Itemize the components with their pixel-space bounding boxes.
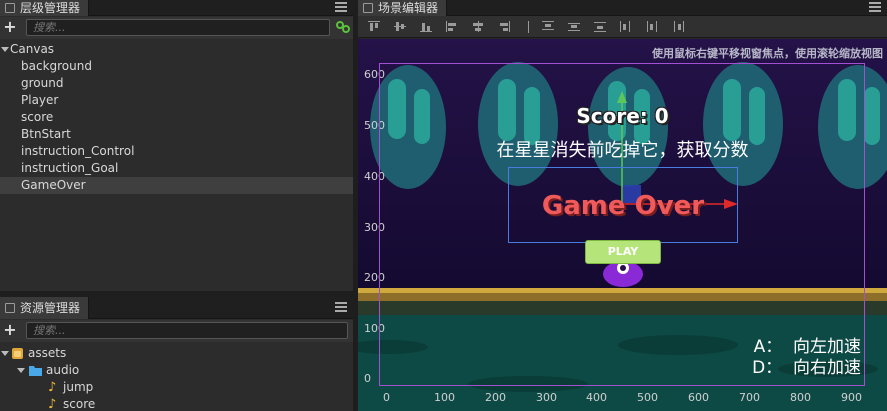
x-tick-label: 100: [434, 391, 455, 404]
tree-node[interactable]: BtnStart: [0, 126, 353, 143]
align-left-icon[interactable]: [446, 21, 458, 32]
database-icon: [12, 348, 23, 359]
tree-node-label: ground: [21, 76, 64, 90]
asset-file[interactable]: ♪ jump: [0, 379, 353, 396]
music-note-icon: ♪: [48, 397, 57, 411]
control-hint-right: D： 向右加速: [752, 358, 861, 378]
assets-title: 资源管理器: [20, 301, 81, 315]
left-column: 层级管理器 + 搜索... Canvas background ground P…: [0, 0, 353, 411]
assets-icon: [5, 303, 15, 313]
score-label[interactable]: Score: 0: [358, 104, 887, 128]
add-node-icon[interactable]: +: [3, 19, 17, 35]
x-tick-label: 800: [790, 391, 811, 404]
toolbar-divider: [528, 21, 529, 33]
tree-node-canvas[interactable]: Canvas: [0, 41, 353, 58]
distribute-left-icon[interactable]: [620, 21, 632, 32]
tree-node-label: Player: [21, 93, 59, 107]
distribute-bottom-icon[interactable]: [594, 21, 606, 32]
tree-node[interactable]: Player: [0, 92, 353, 109]
tree-node[interactable]: instruction_Goal: [0, 160, 353, 177]
tree-node-label: instruction_Goal: [21, 161, 119, 175]
hierarchy-toolbar: + 搜索...: [0, 17, 353, 39]
align-right-icon[interactable]: [498, 21, 510, 32]
hierarchy-title: 层级管理器: [20, 1, 81, 15]
align-top-icon[interactable]: [368, 21, 380, 32]
align-center-icon[interactable]: [472, 21, 484, 32]
tab-scene-editor[interactable]: 场景编辑器: [358, 0, 448, 16]
scene-editor-panel: 场景编辑器 使用鼠标右键平移视窗焦点，使用滚轮缩放视图 600 500 400 …: [358, 0, 887, 411]
instruction-goal-label[interactable]: 在星星消失前吃掉它，获取分数: [358, 136, 887, 162]
instruction-control-label[interactable]: A： 向左加速 D： 向右加速: [752, 337, 861, 379]
tree-node-label: instruction_Control: [21, 144, 135, 158]
asset-folder-root[interactable]: assets: [0, 345, 353, 362]
tree-node[interactable]: background: [0, 58, 353, 75]
hierarchy-tree: Canvas background ground Player score Bt…: [0, 41, 353, 194]
scene-viewport[interactable]: 使用鼠标右键平移视窗焦点，使用滚轮缩放视图 600 500 400 300 20…: [358, 39, 887, 411]
expand-arrow-icon[interactable]: [17, 368, 25, 373]
x-tick-label: 300: [536, 391, 557, 404]
expand-arrow-icon[interactable]: [1, 351, 9, 356]
game-over-label[interactable]: Game Over: [508, 191, 738, 221]
asset-file[interactable]: ♪ score: [0, 396, 353, 411]
tab-assets[interactable]: 资源管理器: [0, 297, 90, 319]
navigation-hint: 使用鼠标右键平移视窗焦点，使用滚轮缩放视图: [652, 47, 883, 60]
asset-label: jump: [63, 380, 94, 394]
tree-node-label: background: [21, 59, 92, 73]
expand-arrow-icon[interactable]: [1, 47, 9, 52]
scene-title: 场景编辑器: [378, 1, 439, 15]
tree-node[interactable]: ground: [0, 75, 353, 92]
x-tick-label: 0: [383, 391, 390, 404]
assets-menu-icon[interactable]: [335, 302, 347, 314]
x-tick-label: 500: [637, 391, 658, 404]
play-button[interactable]: PLAY: [585, 240, 661, 264]
scene-tabbar: 场景编辑器: [358, 0, 887, 16]
hierarchy-tabbar: 层级管理器: [0, 0, 353, 16]
distribute-middle-icon[interactable]: [568, 21, 580, 32]
x-tick-label: 400: [586, 391, 607, 404]
control-hint-left: A： 向左加速: [753, 337, 861, 357]
assets-toolbar: + 搜索...: [0, 320, 353, 342]
y-tick-label: 0: [364, 372, 371, 385]
assets-search-input[interactable]: 搜索...: [26, 322, 348, 339]
scene-icon: [363, 3, 373, 13]
tree-node-label: BtnStart: [21, 127, 71, 141]
align-bottom-icon[interactable]: [420, 21, 432, 32]
folder-icon: [29, 366, 42, 376]
music-note-icon: ♪: [48, 380, 57, 395]
scene-menu-icon[interactable]: [869, 2, 881, 14]
link-icon[interactable]: [336, 21, 350, 33]
distribute-right-icon[interactable]: [672, 21, 684, 32]
assets-tabbar: 资源管理器: [0, 297, 353, 319]
assets-tree: assets audio ♪ jump ♪ score: [0, 345, 353, 411]
add-asset-icon[interactable]: +: [3, 322, 17, 338]
distribute-top-icon[interactable]: [542, 21, 554, 32]
x-tick-label: 900: [841, 391, 862, 404]
tree-node-label: GameOver: [21, 178, 86, 192]
tree-node[interactable]: score: [0, 109, 353, 126]
tree-node[interactable]: instruction_Control: [0, 143, 353, 160]
hierarchy-menu-icon[interactable]: [335, 2, 347, 14]
tree-node-selected[interactable]: GameOver: [0, 177, 353, 194]
x-tick-label: 200: [485, 391, 506, 404]
x-tick-label: 700: [739, 391, 760, 404]
hierarchy-search-input[interactable]: 搜索...: [26, 19, 330, 36]
hierarchy-icon: [5, 3, 15, 13]
distribute-center-icon[interactable]: [646, 21, 658, 32]
x-tick-label: 600: [688, 391, 709, 404]
align-toolbar: [358, 16, 887, 38]
tab-hierarchy[interactable]: 层级管理器: [0, 0, 90, 16]
asset-label: assets: [28, 346, 67, 360]
asset-folder-audio[interactable]: audio: [0, 362, 353, 379]
editor-window: 层级管理器 + 搜索... Canvas background ground P…: [0, 0, 887, 411]
align-middle-icon[interactable]: [394, 21, 406, 32]
tree-node-label: score: [21, 110, 54, 124]
